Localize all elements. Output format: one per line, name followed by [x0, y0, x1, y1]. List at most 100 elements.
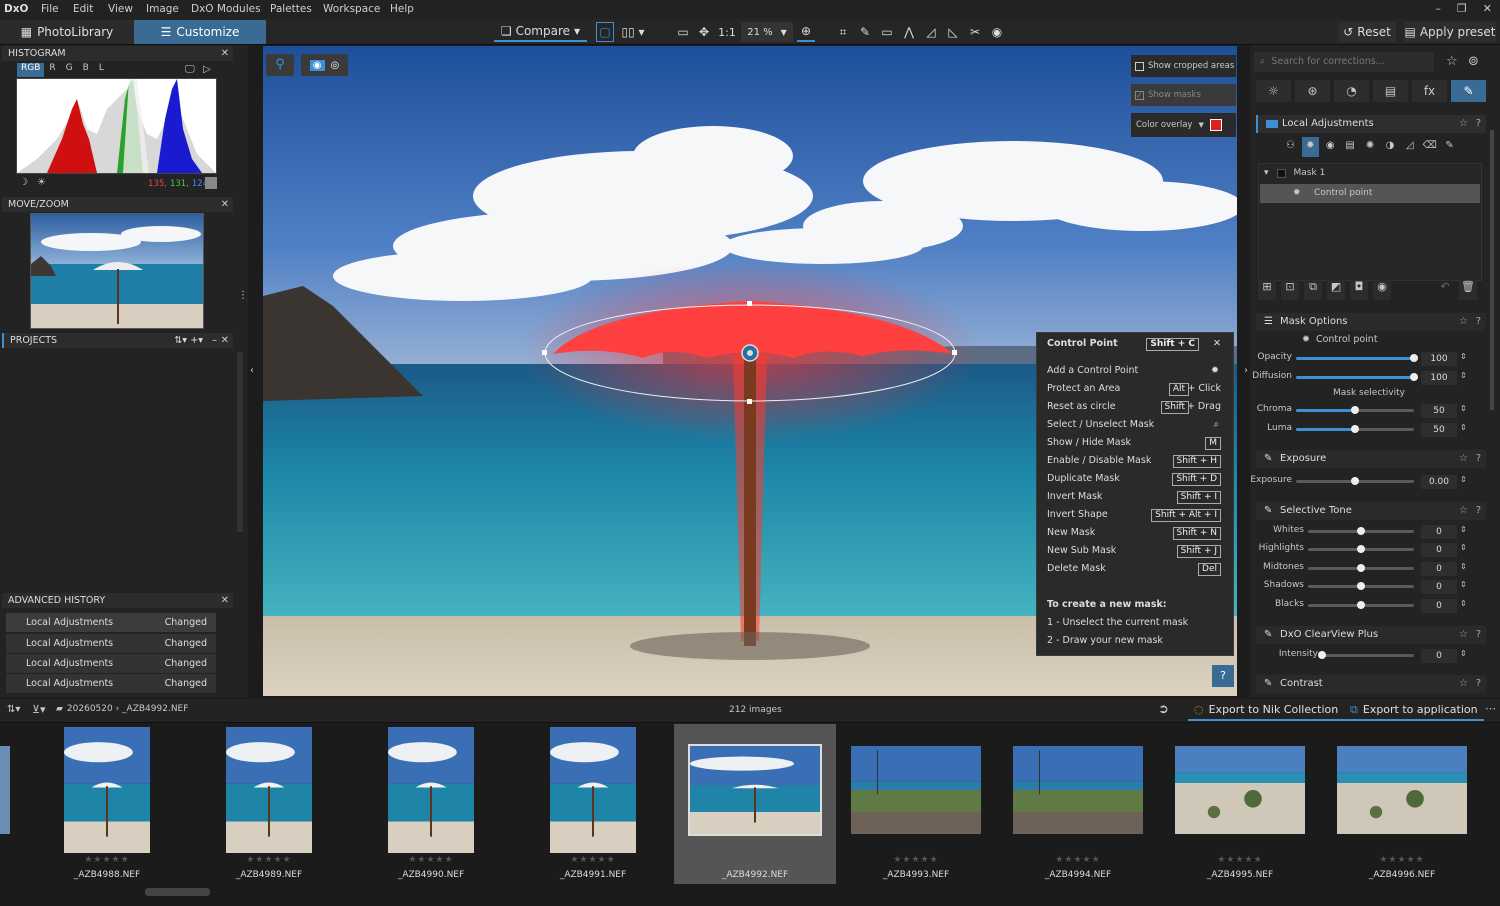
shadows-slider-value[interactable]: 0	[1421, 580, 1457, 594]
local-adjustments-tab-icon[interactable]: ✎	[1451, 80, 1486, 102]
help-icon[interactable]: ?	[1476, 450, 1481, 468]
help-icon[interactable]: ?	[1476, 115, 1481, 133]
menu-help[interactable]: Help	[390, 3, 414, 15]
rating-stars[interactable]: ★★★★★	[997, 855, 1159, 865]
gradient-icon[interactable]: ◿	[1401, 137, 1418, 157]
diffusion-slider-value[interactable]: 100	[1421, 371, 1457, 385]
toggle-icon[interactable]	[1266, 120, 1278, 128]
close-icon[interactable]: ✕	[1213, 338, 1221, 349]
stepper-icon[interactable]: ⇕	[1460, 404, 1467, 413]
slider-knob[interactable]	[1410, 354, 1418, 362]
opacity-slider[interactable]	[1296, 354, 1418, 362]
folder-path[interactable]: ▰ 20260520 › _AZB4992.NEF	[56, 704, 188, 714]
mask-row[interactable]: ▾ Mask 1	[1260, 165, 1480, 182]
star-icon[interactable]: ☆	[1446, 54, 1458, 69]
rating-stars[interactable]: ★★★★★	[26, 855, 188, 865]
slider-knob[interactable]	[1410, 373, 1418, 381]
highlights-slider-value[interactable]: 0	[1421, 543, 1457, 557]
overlay-color-swatch[interactable]	[1209, 119, 1222, 131]
highlight-clip-icon[interactable]: ☀	[37, 177, 46, 188]
single-view-button[interactable]: ▢	[596, 22, 614, 42]
mask-options-section[interactable]: ☰ Mask Options ☆?	[1256, 313, 1486, 331]
volume-deformation-button[interactable]: ◿	[922, 22, 940, 42]
rating-stars[interactable]: ★★★★★	[1159, 855, 1321, 865]
local-shape-button[interactable]: ◺	[944, 22, 962, 42]
rating-stars[interactable]: ★★★★★	[350, 855, 512, 865]
midtones-slider[interactable]	[1308, 564, 1414, 572]
rating-stars[interactable]: ★★★★★	[835, 855, 997, 865]
history-row[interactable]: Local Adjustments Changed	[6, 674, 216, 693]
history-row[interactable]: Local Adjustments Changed	[6, 613, 216, 632]
slider-knob[interactable]	[1357, 601, 1365, 609]
slider-knob[interactable]	[1351, 477, 1359, 485]
show-masks-toggle[interactable]: ✓ Show masks	[1131, 84, 1236, 106]
graduated-filter-icon[interactable]: ▤	[1342, 137, 1359, 157]
help-icon[interactable]: ?	[1476, 313, 1481, 331]
control-line-tool-icon[interactable]: ◉	[1322, 137, 1339, 157]
clearview-section[interactable]: ✎ DxO ClearView Plus ☆?	[1256, 626, 1486, 644]
stepper-icon[interactable]: ⇕	[1460, 371, 1467, 380]
zoom-in-button[interactable]: ⊕	[797, 22, 815, 42]
new-mask-icon[interactable]: ⊞	[1258, 280, 1276, 300]
diffusion-slider[interactable]	[1296, 373, 1418, 381]
control-point-row[interactable]: ✹ Control point	[1260, 184, 1480, 203]
compare-button[interactable]: ❏ Compare ▼	[494, 22, 587, 42]
mask-icon[interactable]: ◘	[1350, 280, 1368, 300]
slider-knob[interactable]	[1357, 545, 1365, 553]
stepper-icon[interactable]: ⇕	[1460, 423, 1467, 432]
brush-icon[interactable]: ✺	[1362, 137, 1379, 157]
filter-icon[interactable]: ⊻▾	[32, 703, 46, 716]
filmstrip-item[interactable]: ★★★★★ _AZB4995.NEF	[1159, 724, 1321, 884]
slider-knob[interactable]	[1318, 651, 1326, 659]
split-view-button[interactable]: ▯▯ ▾	[617, 22, 649, 42]
zoom-select[interactable]: 21 % ▼	[741, 22, 793, 42]
history-row[interactable]: Local Adjustments Changed	[6, 634, 216, 653]
opacity-slider-value[interactable]: 100	[1421, 352, 1457, 366]
add-project-icon[interactable]: +▾	[190, 333, 203, 348]
slider-knob[interactable]	[1357, 527, 1365, 535]
stepper-icon[interactable]: ⇕	[1460, 475, 1467, 484]
history-row[interactable]: Local Adjustments Changed	[6, 654, 216, 673]
collapse-left-icon[interactable]: ‹	[250, 365, 254, 376]
filmstrip-item[interactable]: ★★★★★ _AZB4990.NEF	[350, 724, 512, 884]
move-button[interactable]: ✥	[695, 22, 713, 42]
reset-button[interactable]: ↺ Reset	[1338, 22, 1396, 42]
blacks-slider[interactable]	[1308, 601, 1414, 609]
sort-icon[interactable]: ⇅▾	[174, 333, 187, 348]
stepper-icon[interactable]: ⇕	[1460, 580, 1467, 589]
stepper-icon[interactable]: ⇕	[1460, 352, 1467, 361]
stepper-icon[interactable]: ⇕	[1460, 599, 1467, 608]
channel-l[interactable]: L	[94, 63, 109, 77]
exposure-section[interactable]: ✎ Exposure ☆?	[1256, 450, 1486, 468]
filmstrip-item[interactable]: ★★★★★ _AZB4996.NEF	[1321, 724, 1483, 884]
detail-tab-icon[interactable]: ◔	[1334, 80, 1369, 102]
color-tab-icon[interactable]: ⊛	[1295, 80, 1330, 102]
menu-palettes[interactable]: Palettes	[270, 3, 312, 15]
menu-file[interactable]: File	[41, 3, 59, 15]
mask-toggle-icon[interactable]	[1276, 169, 1286, 178]
local-adjustments-section[interactable]: Local Adjustments ☆?	[1256, 115, 1486, 133]
luma-slider[interactable]	[1296, 425, 1414, 433]
help-icon[interactable]: ?	[1476, 626, 1481, 644]
menu-workspace[interactable]: Workspace	[323, 3, 380, 15]
channel-rgb[interactable]: RGB	[17, 63, 45, 77]
chroma-slider-value[interactable]: 50	[1421, 404, 1457, 418]
rating-stars[interactable]: ★★★★★	[674, 855, 836, 865]
light-tab-icon[interactable]: ☼	[1256, 80, 1291, 102]
eyedropper-button[interactable]: ✎	[856, 22, 874, 42]
partial-thumbnail[interactable]	[0, 746, 10, 834]
exposure-slider-value[interactable]: 0.00	[1421, 475, 1457, 489]
intensity-slider[interactable]	[1318, 651, 1414, 659]
control-point-tool-icon[interactable]: ✹	[1301, 137, 1319, 157]
filmstrip-item[interactable]: ★★★★★ _AZB4989.NEF	[188, 724, 350, 884]
channel-b[interactable]: B	[78, 63, 94, 77]
invert-icon[interactable]: ◩	[1327, 280, 1345, 300]
filmstrip-item[interactable]: ★★★★★ _AZB4991.NEF	[512, 724, 674, 884]
close-icon[interactable]: ✕	[221, 593, 229, 608]
tab-customize[interactable]: ☰ Customize	[134, 20, 266, 44]
channel-r[interactable]: R	[44, 63, 60, 77]
favorite-icon[interactable]: ☆	[1459, 675, 1468, 693]
filmstrip-item[interactable]: ★★★★★ _AZB4993.NEF	[835, 724, 997, 884]
export-app-button[interactable]: ⧉ Export to application	[1344, 701, 1484, 721]
duplicate-icon[interactable]: ⧉	[1304, 280, 1322, 300]
